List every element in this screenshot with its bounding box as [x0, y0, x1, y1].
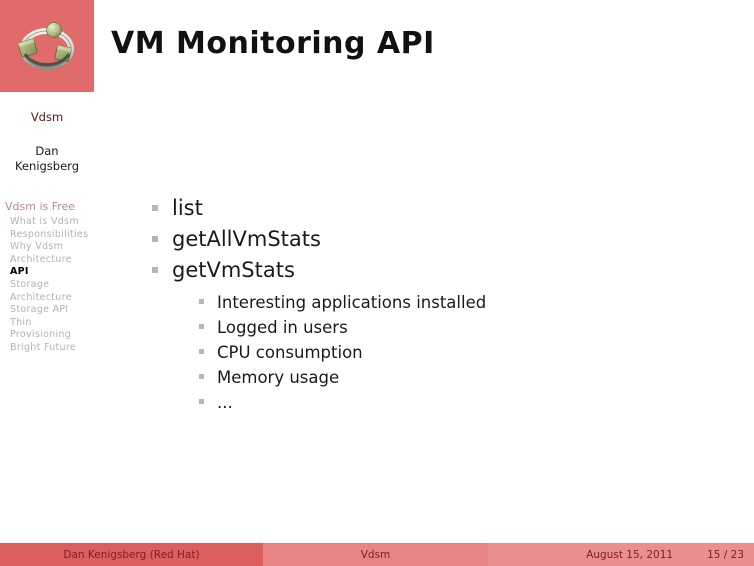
footer-date: August 15, 2011: [586, 548, 674, 561]
sidebar-author-last: Kenigsberg: [14, 159, 80, 173]
sidebar: Vdsm Dan Kenigsberg Vdsm is Free What is …: [0, 98, 94, 538]
content-bullet: list: [149, 193, 729, 224]
content-bullet-label: getVmStats: [172, 258, 295, 282]
footer-meta: August 15, 2011 15 / 23: [488, 543, 754, 566]
content-subbullet: CPU consumption: [198, 340, 729, 365]
sidebar-item-bright-future[interactable]: Bright Future: [5, 342, 94, 355]
content-subbullet: Interesting applications installed: [198, 290, 729, 315]
content-subbullet-label: Memory usage: [217, 368, 340, 387]
footer-page-number: 15 / 23: [707, 548, 744, 561]
slide-content: list getAllVmStats getVmStats Interesting a…: [149, 193, 729, 415]
bullet-square-icon: [199, 374, 204, 379]
sidebar-deck-title: Vdsm: [30, 110, 64, 124]
sidebar-item-vdsm-is-free[interactable]: Vdsm is Free: [5, 200, 94, 214]
content-subbullet-label: Logged in users: [217, 318, 348, 337]
sidebar-author: Dan Kenigsberg: [0, 144, 94, 174]
content-bullet-label: list: [172, 196, 203, 220]
sidebar-item-why-vdsm[interactable]: Why Vdsm: [5, 241, 94, 254]
sidebar-item-storage-architecture[interactable]: Storage Architecture: [5, 279, 94, 304]
bullet-square-icon: [199, 324, 204, 329]
bullet-square-icon: [199, 349, 204, 354]
content-sublist: Interesting applications installed Logged…: [198, 290, 729, 415]
sidebar-item-storage-api[interactable]: Storage API: [5, 304, 94, 317]
sidebar-item-what-is-vdsm[interactable]: What is Vdsm: [5, 216, 94, 229]
content-bullet: getVmStats: [149, 255, 729, 286]
bullet-square-icon: [152, 205, 158, 211]
sidebar-author-first: Dan: [35, 144, 59, 158]
bullet-square-icon: [199, 399, 204, 404]
content-subbullet: ...: [198, 390, 729, 415]
sidebar-item-api[interactable]: API: [5, 266, 94, 279]
content-subbullet-label: ...: [217, 393, 233, 412]
content-subbullet: Memory usage: [198, 365, 729, 390]
header-logo-block: [0, 0, 94, 92]
footer-deck-title: Vdsm: [263, 543, 488, 566]
sidebar-item-thin-provisioning[interactable]: Thin Provisioning: [5, 317, 94, 342]
content-subbullet-label: CPU consumption: [217, 343, 363, 362]
bullet-square-icon: [152, 236, 158, 242]
content-bullet: getAllVmStats: [149, 224, 729, 255]
sidebar-item-responsibilities[interactable]: Responsibilities: [5, 229, 94, 242]
content-subbullet-label: Interesting applications installed: [217, 293, 487, 312]
page-title: VM Monitoring API: [111, 26, 435, 61]
bullet-square-icon: [152, 267, 158, 273]
vdsm-ring-logo-icon: [17, 22, 74, 70]
bullet-square-icon: [199, 299, 204, 304]
sidebar-item-architecture[interactable]: Architecture: [5, 254, 94, 267]
table-of-contents: Vdsm is Free What is Vdsm Responsibilities…: [0, 200, 94, 355]
slide-footer: Dan Kenigsberg (Red Hat) Vdsm August 15,…: [0, 543, 754, 566]
content-subbullet: Logged in users: [198, 315, 729, 340]
footer-author: Dan Kenigsberg (Red Hat): [0, 543, 263, 566]
content-bullet-label: getAllVmStats: [172, 227, 321, 251]
